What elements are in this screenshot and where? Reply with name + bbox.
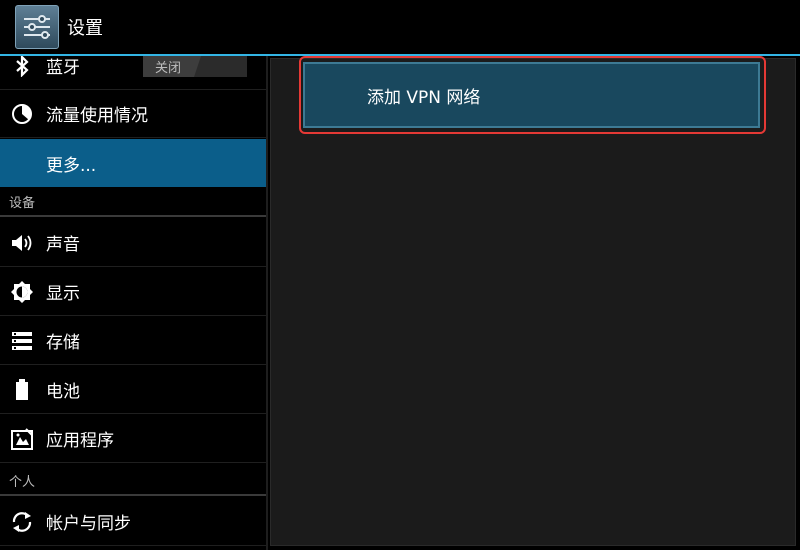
data-usage-icon <box>10 102 34 126</box>
sidebar-item-label: 帐户与同步 <box>46 514 131 534</box>
toggle-off-label: 关闭 <box>143 56 201 77</box>
sidebar-item-display[interactable]: 显示 <box>0 268 266 316</box>
pane-divider <box>266 56 268 550</box>
sidebar-item-label: 流量使用情况 <box>46 106 148 126</box>
sidebar-item-accounts-sync[interactable]: 帐户与同步 <box>0 498 266 546</box>
sidebar-item-apps[interactable]: 应用程序 <box>0 415 266 463</box>
add-vpn-network-button[interactable]: 添加 VPN 网络 <box>303 62 760 128</box>
sidebar-item-label: 声音 <box>46 235 80 255</box>
sidebar-item-data-usage[interactable]: 流量使用情况 <box>0 90 266 138</box>
sidebar-item-label: 电池 <box>46 382 80 402</box>
sidebar-item-more[interactable]: 更多... <box>0 139 266 187</box>
sync-icon <box>10 510 34 534</box>
sidebar-item-sound[interactable]: 声音 <box>0 219 266 267</box>
apps-icon <box>10 427 34 451</box>
settings-sliders-icon[interactable] <box>15 5 59 49</box>
action-bar: 设置 <box>0 0 800 54</box>
add-vpn-network-label: 添加 VPN 网络 <box>367 87 481 108</box>
sidebar-item-label: 更多... <box>46 155 97 176</box>
battery-icon <box>10 378 34 402</box>
sidebar-item-label: 存储 <box>46 333 80 353</box>
section-header-device: 设备 <box>0 187 266 217</box>
settings-sidebar[interactable]: 蓝牙 关闭 流量使用情况 更多... 设备 声音 显示 存储 电池 应用程序 个… <box>0 56 266 550</box>
brightness-icon <box>10 280 34 304</box>
bluetooth-toggle[interactable]: 关闭 <box>143 56 247 77</box>
sidebar-item-label: 显示 <box>46 284 80 304</box>
sidebar-item-storage[interactable]: 存储 <box>0 317 266 365</box>
sidebar-item-label: 蓝牙 <box>46 58 80 78</box>
speaker-icon <box>10 231 34 255</box>
storage-icon <box>10 329 34 353</box>
bluetooth-icon <box>10 56 34 78</box>
sidebar-item-battery[interactable]: 电池 <box>0 366 266 414</box>
page-title: 设置 <box>67 18 103 39</box>
section-header-personal: 个人 <box>0 466 266 496</box>
sidebar-item-label: 应用程序 <box>46 431 114 451</box>
